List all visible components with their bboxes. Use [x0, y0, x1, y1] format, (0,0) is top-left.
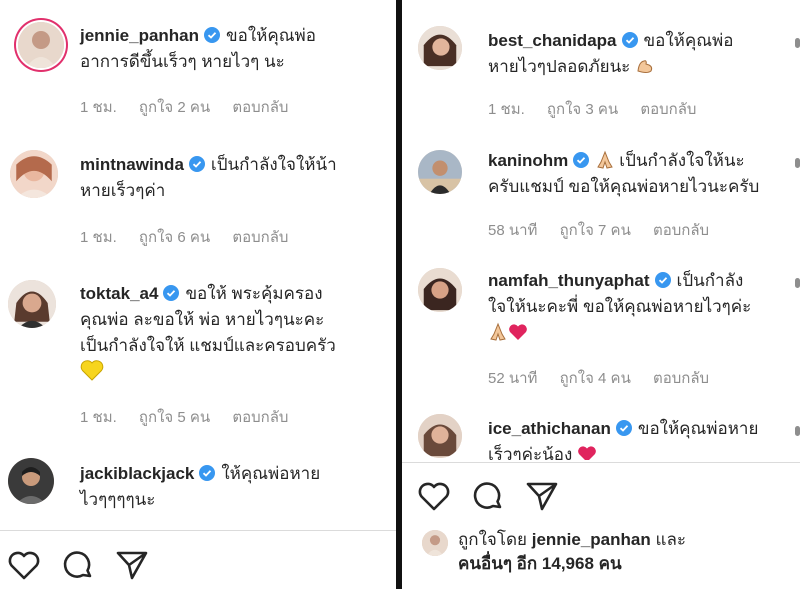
avatar[interactable]: [8, 458, 54, 504]
reply-button[interactable]: ตอบกลับ: [653, 370, 709, 387]
left-comments-panel: jennie_panhan ขอให้คุณพ่อ อาการดีขึ้นเร็ว…: [0, 0, 396, 589]
comment-text: ขอให้คุณพ่อ: [226, 26, 316, 45]
comment-time: 52 นาที: [488, 370, 538, 387]
comment-likes[interactable]: ถูกใจ 7 คน: [560, 222, 631, 239]
action-bar: [416, 478, 560, 514]
liked-by-others[interactable]: คนอื่นๆ อีก 14,968 คน: [458, 554, 622, 573]
comment-text: ขอให้คุณพ่อ: [643, 31, 734, 50]
verified-badge-icon: [573, 152, 590, 168]
comment-bubble-icon[interactable]: [60, 547, 96, 583]
reply-button[interactable]: ตอบกลับ: [653, 222, 709, 239]
comment-text: คุณพ่อ ละขอให้ พ่อ หายไวๆนะคะ: [80, 310, 325, 329]
comment-likes[interactable]: ถูกใจ 2 คน: [139, 99, 210, 116]
heart-outline-icon[interactable]: [416, 478, 452, 514]
right-comments-panel: best_chanidapa ขอให้คุณพ่อ หายไวๆปลอดภัยน…: [402, 0, 800, 589]
comment-time: 1 ชม.: [80, 229, 117, 246]
comment-username[interactable]: jennie_panhan: [80, 26, 199, 45]
divider-line: [0, 530, 396, 531]
comment-username[interactable]: ice_athichanan: [488, 419, 611, 438]
praying-hands-icon: [488, 322, 508, 342]
red-heart-icon: [577, 445, 597, 460]
comment-text: เป็นกำลังใจให้ แชมป์และครอบครัว: [80, 336, 336, 355]
avatar[interactable]: [418, 26, 462, 70]
paper-plane-icon[interactable]: [524, 478, 560, 514]
liked-by-summary: ถูกใจโดย jennie_panhan และ คนอื่นๆ อีก 1…: [458, 528, 788, 576]
verified-badge-icon: [654, 272, 671, 288]
comment-username[interactable]: best_chanidapa: [488, 31, 617, 50]
comment-text: อาการดีขึ้นเร็วๆ หายไวๆ นะ: [80, 52, 285, 71]
comment-text: เป็นกำลัง: [676, 271, 744, 290]
avatar[interactable]: [418, 268, 462, 312]
comment-text: ไวๆๆๆๆนะ: [80, 490, 156, 509]
comment-username[interactable]: mintnawinda: [80, 155, 184, 174]
liked-by-and: และ: [655, 530, 686, 549]
verified-badge-icon: [188, 156, 205, 172]
options-icon[interactable]: [795, 426, 800, 436]
comment-time: 1 ชม.: [80, 99, 117, 116]
liked-by-user[interactable]: jennie_panhan: [532, 530, 651, 549]
options-icon[interactable]: [795, 278, 800, 288]
yellow-heart-icon: [80, 359, 104, 381]
comment-text: หายไวๆปลอดภัยนะ: [488, 57, 631, 76]
options-icon[interactable]: [795, 158, 800, 168]
action-bar: [6, 547, 150, 583]
comment-text: เร็วๆค่ะน้อง: [488, 445, 573, 460]
comment-text: ครับแชมป์ ขอให้คุณพ่อหายไวนะครับ: [488, 177, 760, 196]
avatar[interactable]: [8, 280, 56, 328]
comment-text: เป็นกำลังใจให้น้า: [210, 155, 337, 174]
heart-outline-icon[interactable]: [6, 547, 42, 583]
options-icon[interactable]: [795, 38, 800, 48]
reply-button[interactable]: ตอบกลับ: [232, 99, 288, 116]
verified-badge-icon: [163, 285, 180, 301]
liked-by-avatar[interactable]: [422, 530, 448, 556]
red-heart-icon: [508, 323, 528, 341]
comment-text: ใจให้นะคะพี่ ขอให้คุณพ่อหายไวๆค่ะ: [488, 297, 752, 316]
reply-button[interactable]: ตอบกลับ: [640, 101, 696, 118]
comment-text: ขอให้ พระคุ้มครอง: [185, 284, 323, 303]
reply-button[interactable]: ตอบกลับ: [232, 409, 288, 426]
paper-plane-icon[interactable]: [114, 547, 150, 583]
comment-time: 58 นาที: [488, 222, 538, 239]
reply-button[interactable]: ตอบกลับ: [232, 229, 288, 246]
comment-time: 1 ชม.: [488, 101, 525, 118]
muscle-emoji-icon: [635, 56, 655, 76]
comment-likes[interactable]: ถูกใจ 4 คน: [560, 370, 631, 387]
comment-text: ขอให้คุณพ่อหาย: [637, 419, 759, 438]
praying-hands-icon: [595, 150, 615, 170]
comment-bubble-icon[interactable]: [470, 478, 506, 514]
comment-time: 1 ชม.: [80, 409, 117, 426]
divider-line: [402, 462, 800, 463]
comment-likes[interactable]: ถูกใจ 5 คน: [139, 409, 210, 426]
verified-badge-icon: [615, 420, 632, 436]
comment-username[interactable]: jackiblackjack: [80, 464, 194, 483]
verified-badge-icon: [199, 465, 216, 481]
comment-text: เป็นกำลังใจให้นะ: [619, 151, 745, 170]
comment-text: ให้คุณพ่อหาย: [221, 464, 321, 483]
avatar[interactable]: [418, 414, 462, 458]
comment-username[interactable]: kaninohm: [488, 151, 568, 170]
comment-likes[interactable]: ถูกใจ 6 คน: [139, 229, 210, 246]
verified-badge-icon: [204, 27, 221, 43]
liked-by-prefix: ถูกใจโดย: [458, 530, 527, 549]
comment-username[interactable]: toktak_a4: [80, 284, 158, 303]
comment-username[interactable]: namfah_thunyaphat: [488, 271, 650, 290]
avatar[interactable]: [10, 150, 58, 198]
avatar[interactable]: [18, 22, 64, 68]
avatar[interactable]: [418, 150, 462, 194]
comment-text: หายเร็วๆค่า: [80, 181, 166, 200]
verified-badge-icon: [621, 32, 638, 48]
comment-likes[interactable]: ถูกใจ 3 คน: [547, 101, 618, 118]
